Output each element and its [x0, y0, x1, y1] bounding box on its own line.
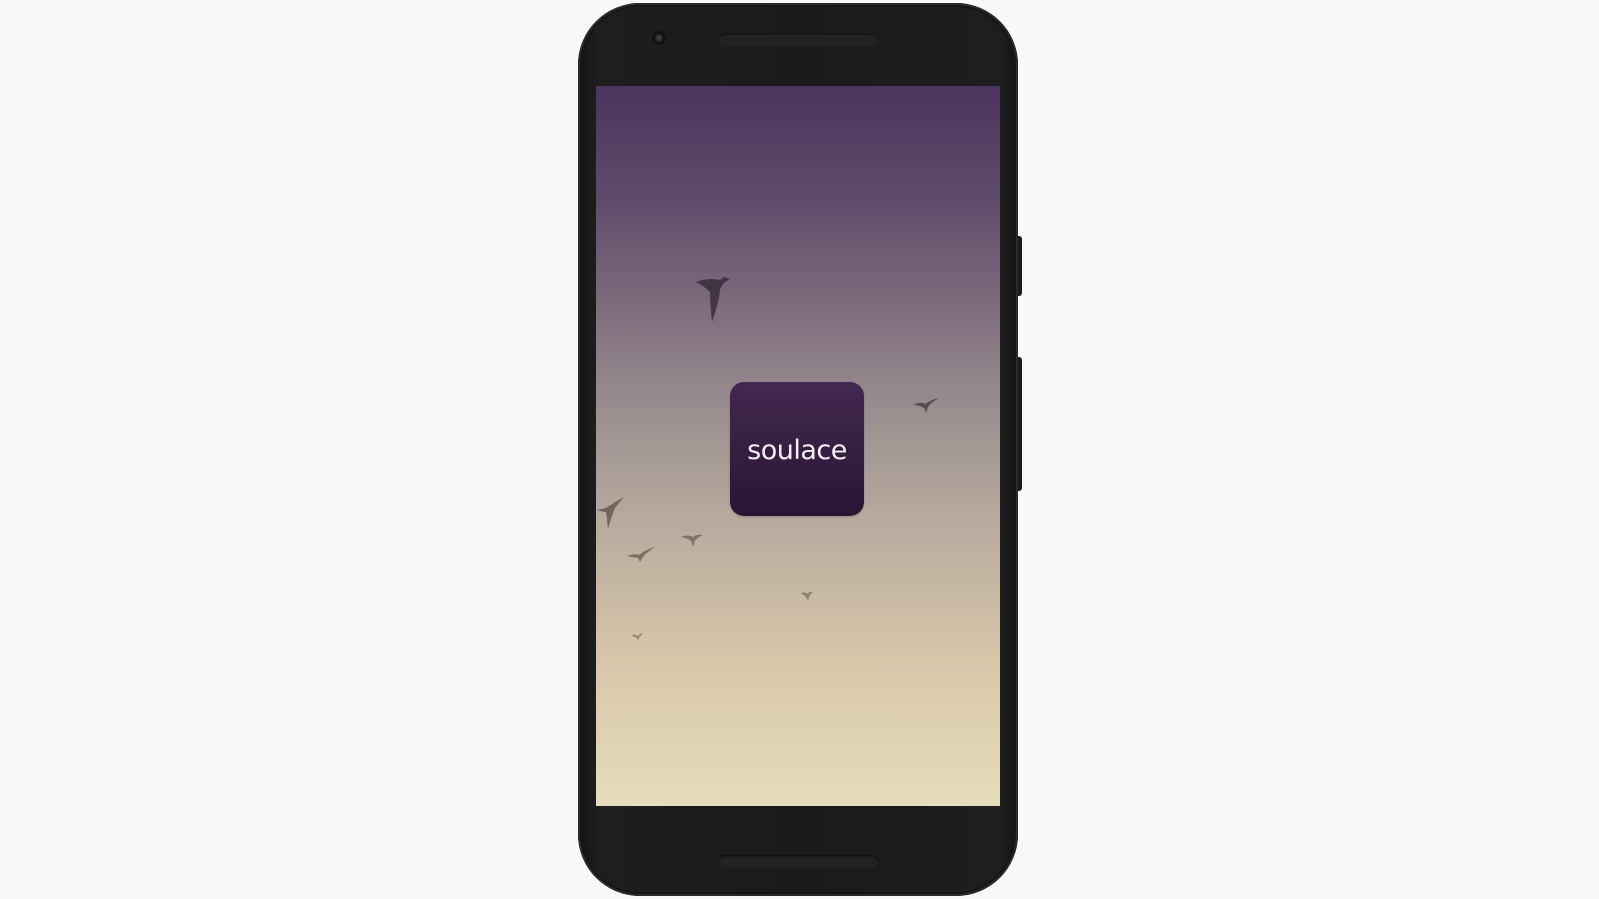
bird-silhouette-icon	[801, 591, 813, 601]
bird-silhouette-icon	[627, 547, 655, 562]
bird-silhouette-icon	[631, 633, 643, 641]
bird-silhouette-icon	[681, 534, 703, 547]
front-camera-icon	[652, 31, 666, 45]
bird-silhouette-icon	[597, 497, 624, 529]
stage: soulace	[0, 0, 1599, 899]
bird-silhouette-icon	[696, 277, 730, 322]
app-logo-icon: soulace	[730, 382, 864, 516]
app-name-label: soulace	[747, 434, 847, 466]
top-speaker-grille	[718, 33, 879, 47]
bottom-speaker-grille	[718, 855, 879, 869]
splash-screen: soulace	[596, 86, 1000, 806]
bird-silhouette-icon	[913, 398, 939, 413]
phone-frame: soulace	[578, 3, 1018, 896]
